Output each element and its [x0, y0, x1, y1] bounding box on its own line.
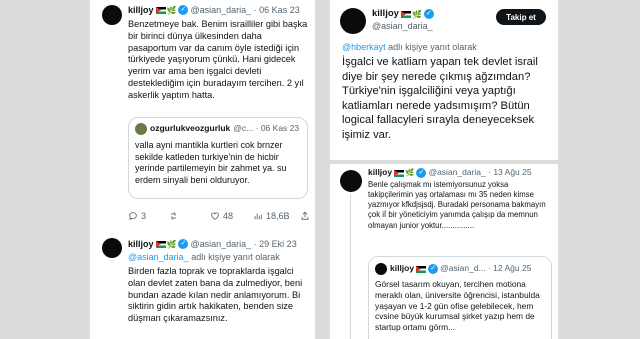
reply-context: @asian_daria_ adlı kişiye yanıt olarak — [128, 252, 280, 262]
like-button[interactable]: 48 — [210, 211, 233, 221]
flag-icon — [155, 240, 166, 248]
reply-mention[interactable]: @hberkayt — [342, 42, 386, 52]
tweet-card-2: killjoy 🌿 ✓ @asian_daria_ · 29 Eki 23 @a… — [90, 232, 315, 339]
reply-button[interactable]: 3 — [128, 211, 146, 221]
author-name[interactable]: killjoy — [128, 239, 154, 249]
verified-badge-icon: ✓ — [423, 9, 434, 20]
flag-icon — [394, 169, 405, 177]
views-count: 18,6B — [266, 211, 290, 221]
reply-suffix: adlı kişiye yanıt olarak — [388, 42, 477, 52]
quote-time: 12 Ağu 25 — [493, 263, 532, 274]
tweet-time[interactable]: 06 Kas 23 — [259, 5, 300, 15]
tweet-header: killjoy 🌿 ✓ @asian_daria_ · 06 Kas 23 — [128, 5, 300, 16]
tweet-time[interactable]: 13 Ağu 25 — [493, 167, 531, 178]
verified-badge-icon: ✓ — [428, 264, 439, 274]
tweet-actions: 3 48 18,6B — [128, 211, 312, 221]
flag-icon — [416, 265, 427, 273]
emoji: 🌿 — [411, 9, 422, 19]
tweet-text: İşgalci ve katliam yapan tek devlet isra… — [342, 56, 538, 141]
avatar[interactable] — [340, 170, 362, 192]
views-icon — [254, 213, 262, 220]
flag-icon — [155, 6, 166, 14]
views-button[interactable]: 18,6B — [253, 211, 290, 221]
author-handle[interactable]: @asian_daria_ — [372, 21, 433, 31]
tweet-card-1: killjoy 🌿 ✓ @asian_daria_ · 06 Kas 23 Be… — [90, 0, 315, 232]
tweet-card-3: killjoy 🌿 ✓ @asian_daria_ Takip et @hber… — [330, 0, 558, 160]
quote-author-name: ozgurlukveozgurluk — [150, 123, 231, 134]
verified-badge-icon: ✓ — [178, 239, 189, 250]
tweet-header: killjoy 🌿 ✓ — [372, 8, 436, 20]
quote-author-name: killjoy — [390, 263, 415, 274]
flag-icon — [400, 10, 411, 18]
reply-context: @hberkayt adlı kişiye yanıt olarak — [342, 42, 477, 52]
quote-time: 06 Kas 23 — [260, 123, 300, 134]
tweet-header: killjoy 🌿 ✓ @asian_daria_ · 29 Eki 23 — [128, 239, 297, 250]
reply-suffix: adlı kişiye yanıt olarak — [191, 252, 280, 262]
reply-icon — [129, 212, 137, 221]
author-name[interactable]: killjoy — [372, 8, 399, 20]
quote-author-handle: @c... — [233, 123, 254, 134]
share-button[interactable] — [300, 211, 313, 221]
tweet-text: Benzetmeye bak. Benim israilliler gibi b… — [128, 19, 308, 100]
quote-avatar — [375, 263, 387, 275]
author-handle[interactable]: @asian_daria_ — [428, 167, 485, 178]
thread-line — [350, 194, 351, 339]
retweet-icon — [171, 212, 177, 220]
follow-button[interactable]: Takip et — [496, 9, 546, 25]
share-icon — [301, 211, 308, 220]
quote-avatar — [135, 123, 147, 135]
quote-text: Görsel tasarım okuyan, tercihen motiona … — [375, 279, 540, 332]
avatar[interactable] — [102, 238, 122, 258]
emoji: 🌿 — [405, 167, 415, 177]
emoji: 🌿 — [166, 239, 177, 249]
quoted-tweet[interactable]: killjoy ✓ @asian_d... · 12 Ağu 25 Görsel… — [368, 256, 552, 339]
quoted-tweet[interactable]: ozgurlukveozgurluk @c... · 06 Kas 23 val… — [128, 117, 308, 199]
avatar[interactable] — [340, 8, 366, 34]
author-name[interactable]: killjoy — [368, 167, 392, 178]
heart-icon — [211, 212, 219, 220]
author-name[interactable]: killjoy — [128, 5, 154, 15]
reply-count: 3 — [141, 211, 147, 221]
tweet-text: Benle çalışmak mı istemiyorsunuz yoksa t… — [368, 180, 546, 230]
quote-text: valla ayni mantikla kurtleri cok brnzer … — [135, 140, 287, 185]
tweet-text: Birden fazla toprak ve topraklarda işgal… — [128, 266, 303, 324]
emoji: 🌿 — [166, 5, 177, 15]
retweet-button[interactable] — [168, 211, 182, 221]
tweet-card-4: killjoy 🌿 ✓ @asian_daria_ · 13 Ağu 25 Be… — [330, 164, 558, 339]
author-handle[interactable]: @asian_daria_ — [190, 239, 251, 249]
like-count: 48 — [223, 211, 234, 221]
reply-mention[interactable]: @asian_daria_ — [128, 252, 189, 262]
author-handle[interactable]: @asian_daria_ — [190, 5, 251, 15]
quote-author-handle: @asian_d... — [440, 263, 486, 274]
verified-badge-icon: ✓ — [416, 168, 427, 178]
avatar[interactable] — [102, 5, 122, 25]
verified-badge-icon: ✓ — [178, 5, 189, 16]
tweet-time[interactable]: 29 Eki 23 — [259, 239, 297, 249]
tweet-header: killjoy 🌿 ✓ @asian_daria_ · 13 Ağu 25 — [368, 167, 532, 178]
